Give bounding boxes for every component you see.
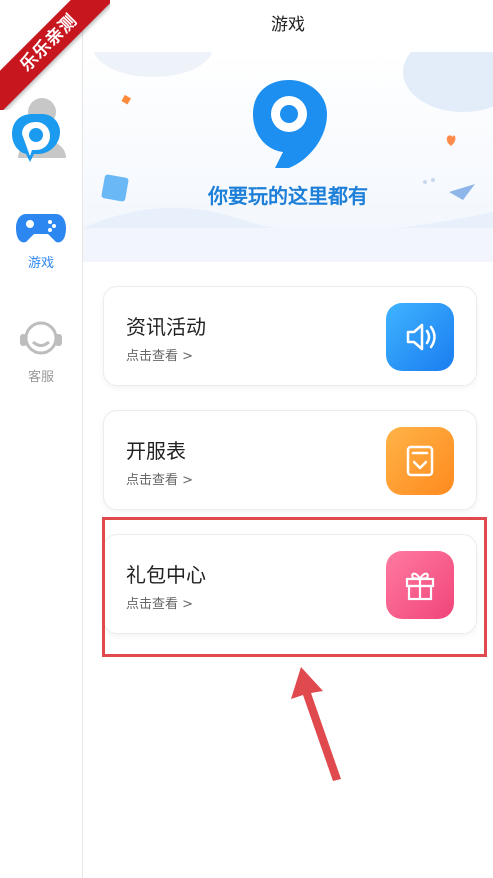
page-title: 游戏 <box>271 15 305 35</box>
banner-bottom-band <box>83 228 493 262</box>
arrow-icon <box>291 667 341 781</box>
headset-icon <box>20 321 62 355</box>
sidebar-item-label: 客服 <box>27 370 54 385</box>
card-news-activity[interactable]: 资讯活动 点击查看 > <box>103 286 477 386</box>
speaker-icon <box>386 303 454 371</box>
ribbon-text: 乐乐亲测 <box>0 0 110 110</box>
gamepad-icon <box>16 214 66 243</box>
banner: 你要玩的这里都有 <box>83 52 493 228</box>
highlight-box <box>102 517 487 657</box>
corner-ribbon: 乐乐亲测 <box>0 0 110 110</box>
sidebar: 游戏 客服 <box>0 0 83 878</box>
9-logo-icon <box>253 80 327 168</box>
card-title: 资讯活动 <box>126 315 206 339</box>
sidebar-item-service[interactable]: 客服 <box>0 318 82 385</box>
card-subtitle: 点击查看 > <box>126 473 194 488</box>
banner-slogan: 你要玩的这里都有 <box>208 184 368 208</box>
sidebar-item-games[interactable]: 游戏 <box>0 210 82 271</box>
card-server-schedule[interactable]: 开服表 点击查看 > <box>103 410 477 510</box>
calendar-icon <box>386 427 454 495</box>
card-title: 开服表 <box>126 439 186 463</box>
sidebar-item-label: 游戏 <box>27 256 54 271</box>
card-subtitle: 点击查看 > <box>126 349 194 364</box>
